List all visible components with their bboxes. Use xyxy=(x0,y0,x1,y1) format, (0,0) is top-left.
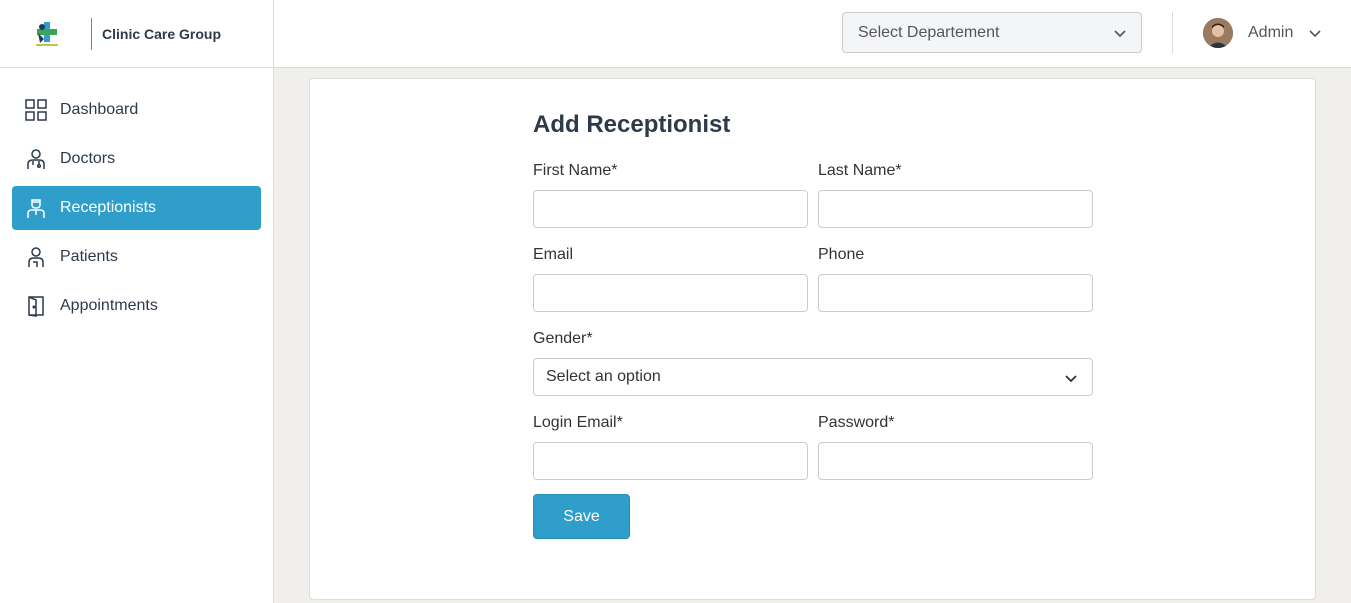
sidebar-item-label: Appointments xyxy=(60,297,158,314)
sidebar-nav: Dashboard Doctors Receptionists Patients… xyxy=(0,68,273,328)
sidebar-item-doctors[interactable]: Doctors xyxy=(12,137,261,181)
first-name-field[interactable] xyxy=(533,190,808,228)
door-icon xyxy=(24,294,48,318)
first-name-label: First Name* xyxy=(533,162,618,179)
gender-label: Gender* xyxy=(533,330,593,347)
brand-name: Clinic Care Group xyxy=(102,25,222,42)
chevron-down-icon xyxy=(1064,371,1078,390)
email-field[interactable] xyxy=(533,274,808,312)
phone-label: Phone xyxy=(818,246,865,263)
gender-select[interactable]: Select an option xyxy=(533,358,1093,396)
sidebar-item-dashboard[interactable]: Dashboard xyxy=(12,88,261,132)
patient-icon xyxy=(24,245,48,269)
email-label: Email xyxy=(533,246,574,263)
receptionist-icon xyxy=(24,196,48,220)
department-select[interactable]: Select Departement xyxy=(842,12,1142,53)
brand: Clinic Care Group xyxy=(0,0,273,68)
header-divider xyxy=(1172,12,1173,53)
doctor-icon xyxy=(24,147,48,171)
login-email-label: Login Email* xyxy=(533,414,623,431)
sidebar-item-label: Dashboard xyxy=(60,101,139,118)
sidebar-item-label: Patients xyxy=(60,248,118,265)
phone-field[interactable] xyxy=(818,274,1093,312)
last-name-label: Last Name* xyxy=(818,162,902,179)
sidebar-item-appointments[interactable]: Appointments xyxy=(12,284,261,328)
save-button[interactable]: Save xyxy=(533,494,630,539)
sidebar-item-receptionists[interactable]: Receptionists xyxy=(12,186,261,230)
form-card: Add Receptionist First Name* Last Name* … xyxy=(309,78,1316,600)
top-header: Select Departement Admin xyxy=(274,0,1351,68)
sidebar-item-label: Receptionists xyxy=(60,199,157,216)
avatar[interactable] xyxy=(1203,18,1233,48)
password-field[interactable] xyxy=(818,442,1093,480)
user-name[interactable]: Admin xyxy=(1248,24,1293,42)
department-select-value: Select Departement xyxy=(858,23,1000,41)
sidebar-item-label: Doctors xyxy=(60,150,116,167)
sidebar-item-patients[interactable]: Patients xyxy=(12,235,261,279)
gender-select-value: Select an option xyxy=(546,368,661,385)
clinic-logo[interactable] xyxy=(32,19,62,49)
password-label: Password* xyxy=(818,414,895,431)
brand-divider xyxy=(91,17,92,50)
sidebar: Clinic Care Group Dashboard Doctors Rece… xyxy=(0,0,274,603)
page-title: Add Receptionist xyxy=(533,111,731,138)
dashboard-grid-icon xyxy=(24,98,48,122)
chevron-down-icon[interactable] xyxy=(1308,26,1322,45)
login-email-field[interactable] xyxy=(533,442,808,480)
chevron-down-icon xyxy=(1113,26,1127,45)
last-name-field[interactable] xyxy=(818,190,1093,228)
